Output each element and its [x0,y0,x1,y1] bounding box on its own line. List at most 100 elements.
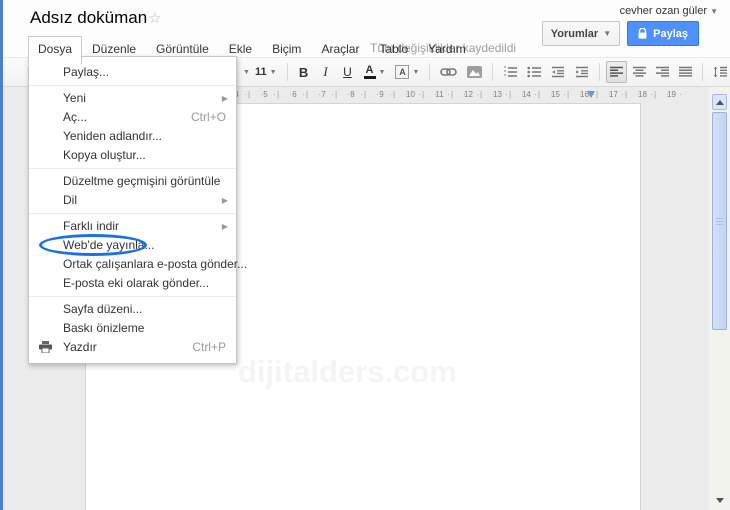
insert-image-button[interactable] [463,61,486,83]
ruler-number: 7 [306,88,338,101]
ruler-number: 15 [538,88,570,101]
font-dropdown-partial-icon[interactable]: ▼ [243,69,250,76]
menu-item-yeniden-adlandir[interactable]: Yeniden adlandır... [29,127,236,146]
font-size-value: 11 [254,66,267,78]
numbered-list-button[interactable] [499,61,521,83]
account-name: cevher ozan güler [619,5,708,17]
window-left-edge [0,0,3,510]
italic-button[interactable]: I [316,61,336,83]
scrollbar-thumb[interactable] [712,112,727,330]
increase-indent-button[interactable] [571,61,593,83]
bulleted-list-icon [527,66,542,78]
align-center-button[interactable] [629,61,650,83]
menu-item-yeni[interactable]: Yeni [29,89,236,108]
chevron-up-icon [715,99,724,105]
bold-glyph: B [298,64,309,80]
ruler-number: 13 [480,88,512,101]
menu-item-eposta-eki[interactable]: E-posta eki olarak gönder... [29,274,236,293]
lock-icon [638,28,647,39]
menu-item-kopya-olustur[interactable]: Kopya oluştur... [29,146,236,165]
toolbar-separator [492,63,494,81]
ruler-number: 17 [596,88,628,101]
menu-item-ortak-calisanlara-eposta[interactable]: Ortak çalışanlara e-posta gönder... [29,255,247,274]
font-size-dropdown[interactable]: 11 ▼ [251,61,281,83]
menu-item-duzeltme-gecmisi[interactable]: Düzeltme geçmişini görüntüle [29,172,236,191]
star-icon[interactable]: ☆ [148,9,161,27]
decrease-indent-button[interactable] [547,61,569,83]
text-color-button[interactable]: A ▼ [360,61,390,83]
menu-dosya[interactable]: Dosya [28,36,83,65]
highlight-color-button[interactable]: A ▼ [391,61,423,83]
align-left-button[interactable] [606,61,628,83]
submenu-arrow-icon [222,217,228,236]
menu-goruntule[interactable]: Görüntüle [146,36,219,63]
chevron-down-icon: ▼ [710,7,718,16]
menu-item-webde-yayinla[interactable]: Web'de yayınla... [29,234,236,256]
margin-marker-icon[interactable] [587,91,595,98]
chevron-down-icon: ▼ [603,29,612,38]
menu-duzenle[interactable]: Düzenle [82,36,146,63]
watermark: dijitalders.com [238,354,457,389]
menu-item-dil[interactable]: Dil [29,191,236,210]
ruler-number: 12 [451,88,483,101]
scroll-up-button[interactable] [712,94,727,110]
ruler-number: 5 [248,88,280,101]
ruler-number: 8 [335,88,367,101]
bold-button[interactable]: B [294,61,314,83]
ruler-number: 19 [654,88,686,101]
scrollbar-track[interactable] [709,87,730,510]
ruler-number: 9 [364,88,396,101]
menu-item-farkli-indir[interactable]: Farklı indir [29,217,236,236]
printer-icon [39,341,52,353]
underline-button[interactable]: U [338,61,358,83]
comments-button-label: Yorumlar [550,27,599,40]
toolbar-separator [702,63,704,81]
menu-item-baski-onizleme[interactable]: Baskı önizleme [29,319,236,338]
comments-button[interactable]: Yorumlar ▼ [541,21,621,46]
toolbar-separator [429,63,431,81]
decrease-indent-icon [551,66,565,78]
submenu-arrow-icon [222,89,228,108]
menu-bicim[interactable]: Biçim [262,36,311,63]
shortcut-label: Ctrl+O [190,110,226,124]
bulleted-list-button[interactable] [523,61,545,83]
menu-item-ac[interactable]: Aç... Ctrl+O [29,108,236,127]
document-title[interactable]: Adsız doküman [30,8,147,28]
share-button-label: Paylaş [653,27,688,40]
highlight-color-icon: A [395,65,410,79]
menu-item-sayfa-duzeni[interactable]: Sayfa düzeni... [29,300,236,319]
ruler-number: 14 [509,88,541,101]
line-spacing-button[interactable]: ▼ [709,61,730,83]
ruler-number: 6 [277,88,309,101]
menu-separator [29,296,236,297]
justify-icon [679,66,693,78]
menu-separator [29,85,236,86]
align-right-icon [656,66,670,78]
menu-araclar[interactable]: Araçlar [311,36,369,63]
menu-item-paylas[interactable]: Paylaş... [29,63,236,82]
align-right-button[interactable] [652,61,673,83]
file-menu: Paylaş... Yeni Aç...Ctrl+O Yeniden adlan… [28,56,247,364]
ruler-number: 10 [393,88,425,101]
toolbar-separator [286,63,288,81]
justify-button[interactable] [675,61,696,83]
ruler-number: 18 [625,88,657,101]
account-menu[interactable]: cevher ozan güler ▼ [620,5,718,17]
menubar: Dosya Düzenle Görüntüle Ekle Biçim Araçl… [28,36,476,65]
menu-yardim[interactable]: Yardım [418,36,476,63]
insert-link-button[interactable] [436,61,461,83]
menu-tablo[interactable]: Tablo [369,36,418,63]
share-button[interactable]: Paylaş [627,21,699,46]
chevron-down-icon: ▼ [269,68,277,76]
increase-indent-icon [575,66,589,78]
image-icon [467,66,483,78]
link-icon [440,67,458,77]
scroll-down-button[interactable] [712,493,727,508]
menu-separator [29,168,236,169]
menu-item-yazdir[interactable]: Yazdır Ctrl+P [29,338,236,357]
menu-ekle[interactable]: Ekle [219,36,262,63]
text-color-icon: A [363,64,376,79]
shortcut-label: Ctrl+P [192,340,226,354]
toolbar-separator [599,63,601,81]
chevron-down-icon: ▼ [412,68,420,76]
